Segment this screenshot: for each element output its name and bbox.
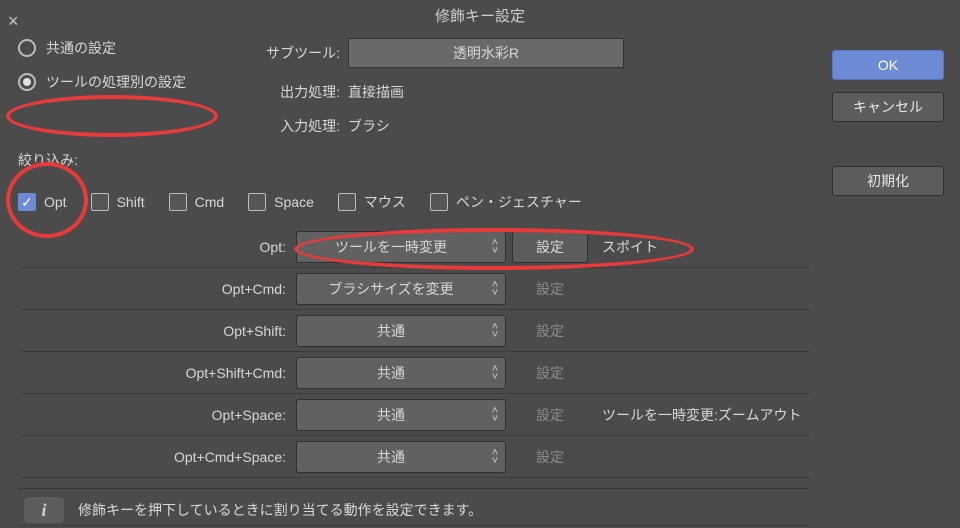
modifier-key-label: Opt: xyxy=(20,239,296,255)
action-combo[interactable]: ブラシサイズを変更 xyxy=(296,273,506,305)
modifier-key-label: Opt+Cmd+Space: xyxy=(20,449,296,465)
settings-button: 設定 xyxy=(512,399,588,431)
table-row: Opt+Cmd+Space:共通 設定 xyxy=(20,436,810,478)
checkbox-icon xyxy=(18,193,36,211)
settings-button: 設定 xyxy=(512,273,588,305)
cancel-button[interactable]: キャンセル xyxy=(832,92,944,122)
table-row: Opt+Space:共通 設定ツールを一時変更:ズームアウト xyxy=(20,394,810,436)
table-row: Opt+Cmd:ブラシサイズを変更 設定 xyxy=(20,268,810,310)
stepper-icon[interactable] xyxy=(485,274,505,304)
action-combo[interactable]: 共通 xyxy=(296,441,506,473)
filter-pen[interactable]: ペン・ジェスチャー xyxy=(430,192,582,212)
dialog-title: 修飾キー設定 xyxy=(0,0,960,30)
checkbox-icon xyxy=(430,193,448,211)
row-extra-label: ツールを一時変更:ズームアウト xyxy=(602,405,801,425)
settings-button: 設定 xyxy=(512,441,588,473)
settings-button[interactable]: 設定 xyxy=(512,231,588,263)
filter-label: 絞り込み: xyxy=(18,150,822,170)
checkbox-icon xyxy=(169,193,187,211)
filter-shift[interactable]: Shift xyxy=(91,193,145,211)
input-proc-value: ブラシ xyxy=(348,116,822,136)
action-combo[interactable]: ツールを一時変更 xyxy=(296,231,506,263)
filter-opt[interactable]: Opt xyxy=(18,193,67,211)
stepper-icon[interactable] xyxy=(485,232,505,262)
checkbox-icon xyxy=(338,193,356,211)
modifier-key-label: Opt+Shift: xyxy=(20,323,296,339)
action-combo-value: ツールを一時変更 xyxy=(297,237,485,257)
settings-button: 設定 xyxy=(512,357,588,389)
stepper-icon[interactable] xyxy=(485,400,505,430)
modifier-table: Opt:ツールを一時変更設定スポイトOpt+Cmd:ブラシサイズを変更設定Opt… xyxy=(20,226,810,478)
radio-per-tool-settings[interactable] xyxy=(18,73,36,91)
table-row: Opt+Shift+Cmd:共通 設定 xyxy=(20,352,810,394)
info-icon: i xyxy=(24,497,64,523)
stepper-icon[interactable] xyxy=(485,442,505,472)
action-combo-value: 共通 xyxy=(297,321,485,341)
radio-common-label: 共通の設定 xyxy=(46,38,116,58)
close-icon[interactable]: × xyxy=(8,14,24,30)
input-proc-label: 入力処理: xyxy=(18,116,348,136)
filter-cmd[interactable]: Cmd xyxy=(169,193,225,211)
stepper-icon[interactable] xyxy=(485,358,505,388)
modifier-key-label: Opt+Cmd: xyxy=(20,281,296,297)
action-combo-value: 共通 xyxy=(297,363,485,383)
action-combo-value: 共通 xyxy=(297,447,485,467)
modifier-key-label: Opt+Space: xyxy=(20,407,296,423)
checkbox-icon xyxy=(248,193,266,211)
filter-mouse[interactable]: マウス xyxy=(338,192,406,212)
settings-button: 設定 xyxy=(512,315,588,347)
radio-per-tool-label: ツールの処理別の設定 xyxy=(46,72,186,92)
table-row: Opt:ツールを一時変更 設定スポイト xyxy=(20,226,810,268)
action-combo[interactable]: 共通 xyxy=(296,399,506,431)
radio-common-settings[interactable] xyxy=(18,39,36,57)
filter-cmd-label: Cmd xyxy=(195,194,225,210)
filter-shift-label: Shift xyxy=(117,194,145,210)
table-row: Opt+Shift:共通 設定 xyxy=(20,310,810,352)
stepper-icon[interactable] xyxy=(485,316,505,346)
action-combo-value: 共通 xyxy=(297,405,485,425)
filter-space-label: Space xyxy=(274,194,314,210)
filter-space[interactable]: Space xyxy=(248,193,314,211)
action-combo[interactable]: 共通 xyxy=(296,315,506,347)
hint-text: 修飾キーを押下しているときに割り当てる動作を設定できます。 xyxy=(78,500,482,520)
filter-opt-label: Opt xyxy=(44,194,67,210)
reset-button[interactable]: 初期化 xyxy=(832,166,944,196)
filter-pen-label: ペン・ジェスチャー xyxy=(456,192,582,212)
modifier-key-label: Opt+Shift+Cmd: xyxy=(20,365,296,381)
ok-button[interactable]: OK xyxy=(832,50,944,80)
action-combo-value: ブラシサイズを変更 xyxy=(297,279,485,299)
action-combo[interactable]: 共通 xyxy=(296,357,506,389)
checkbox-icon xyxy=(91,193,109,211)
filter-mouse-label: マウス xyxy=(364,192,406,212)
row-extra-label: スポイト xyxy=(602,237,658,257)
